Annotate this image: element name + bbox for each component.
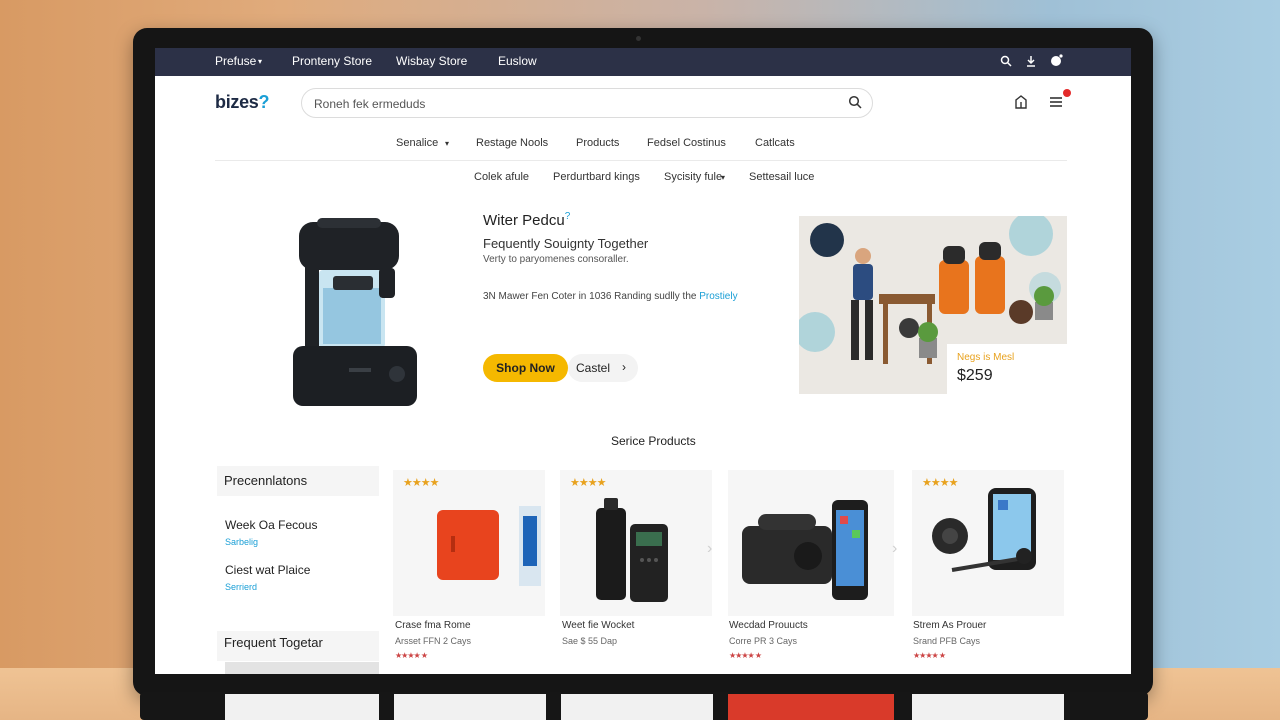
hero-description: Verty to paryomenes consoraller. xyxy=(483,254,629,265)
hero-title: Witer Pedcu? xyxy=(483,211,570,229)
category-restage-nools[interactable]: Restage Nools xyxy=(476,137,548,149)
search-icon[interactable] xyxy=(1000,55,1012,67)
subcategory-colek-afule[interactable]: Colek afule xyxy=(474,171,529,183)
hero-detail-line: 3N Mawer Fen Coter in 1036 Randing sudll… xyxy=(483,291,738,302)
star-rating: ★★★★ xyxy=(922,477,958,489)
coffee-maker-image[interactable] xyxy=(287,218,427,410)
product-card[interactable]: ★★★★ xyxy=(393,470,545,616)
category-catlcats[interactable]: Catlcats xyxy=(755,137,795,149)
top-nav-bar: Prefuse ▾ Pronteny Store Wisbay Store Eu… xyxy=(155,48,1131,76)
browser-screen: Prefuse ▾ Pronteny Store Wisbay Store Eu… xyxy=(155,48,1131,674)
product-meta: Srand PFB Cays xyxy=(913,636,981,646)
notification-badge xyxy=(1063,89,1071,97)
product-name[interactable]: Wecdad Prouucts xyxy=(729,620,808,631)
promo-banner[interactable]: Negs is Mesl $259 xyxy=(799,216,1067,394)
hero-title-mark: ? xyxy=(564,211,571,222)
promo-tag: Negs is Mesl xyxy=(957,352,1015,363)
product-card[interactable]: ★★★★ xyxy=(560,470,712,616)
chevron-right-icon: › xyxy=(622,360,626,374)
sidebar-heading: Precennlatons xyxy=(217,466,379,496)
lower-tile xyxy=(912,694,1064,720)
sidebar-link[interactable]: Serrierd xyxy=(225,582,257,592)
product-meta: Arsset FFN 2 Cays xyxy=(395,636,472,646)
subcategory-settesail-luce[interactable]: Settesail luce xyxy=(749,171,814,183)
search-input[interactable] xyxy=(314,95,834,113)
sidebar-heading-frequent: Frequent Togetar xyxy=(217,631,379,661)
star-rating: ★★★★ xyxy=(570,477,606,489)
search-bar xyxy=(301,88,873,118)
subcategory-perdurtbard-kings[interactable]: Perdurtbard kings xyxy=(553,171,640,183)
star-rating: ★★★★ xyxy=(403,477,439,489)
lower-tile xyxy=(728,694,894,720)
sidebar-item[interactable]: Ciest wat Plaice xyxy=(225,563,310,577)
user-account-icon[interactable] xyxy=(1050,54,1063,67)
promo-price: $259 xyxy=(957,367,993,384)
lower-tile xyxy=(561,694,713,720)
product-rating: ★★★★ ★ xyxy=(729,651,762,660)
lower-screen-strip xyxy=(140,692,1148,720)
product-rating: ★★★★ ★ xyxy=(395,651,428,660)
product-meta: Corre PR 3 Cays xyxy=(729,636,798,646)
logo-mark: ? xyxy=(258,92,270,112)
top-nav-pronteny-store[interactable]: Pronteny Store xyxy=(292,54,372,68)
cart-button[interactable]: Castel › xyxy=(568,354,638,382)
product-rating: ★★★★ ★ xyxy=(913,651,946,660)
sidebar-link[interactable]: Sarbelig xyxy=(225,537,258,547)
product-image xyxy=(742,500,868,600)
chevron-right-icon[interactable]: › xyxy=(892,540,897,558)
hero-subtitle: Fequently Souignty Together xyxy=(483,236,649,251)
chevron-down-icon[interactable]: ▾ xyxy=(721,173,725,182)
cart-button-label: Castel xyxy=(576,361,611,375)
lower-tile xyxy=(225,694,379,720)
hero-title-text: Witer Pedcu xyxy=(483,212,565,229)
chevron-down-icon[interactable]: ▾ xyxy=(445,139,449,148)
top-nav-euslow[interactable]: Euslow xyxy=(498,54,537,68)
sidebar-item[interactable]: Week Oa Fecous xyxy=(225,518,317,532)
webcam-dot xyxy=(636,36,641,41)
product-name[interactable]: Crase fma Rome xyxy=(395,620,471,631)
subcategory-sycisity-fule[interactable]: Sycisity fule xyxy=(664,171,722,183)
category-products[interactable]: Products xyxy=(576,137,619,149)
lower-tile xyxy=(394,694,546,720)
product-card[interactable] xyxy=(728,470,894,616)
promo-price-card: Negs is Mesl $259 xyxy=(947,344,1067,394)
search-icon[interactable] xyxy=(848,95,862,109)
top-nav-prefuse[interactable]: Prefuse xyxy=(215,54,256,68)
category-senalice[interactable]: Senalice xyxy=(396,137,438,149)
hero-detail-text: 3N Mawer Fen Coter in 1036 Randing sudll… xyxy=(483,291,700,302)
product-card[interactable]: ★★★★ xyxy=(912,470,1064,616)
product-image xyxy=(932,488,1036,572)
product-meta: Sae $ 55 Dap xyxy=(562,636,618,646)
store-icon[interactable] xyxy=(1013,94,1029,110)
hero-detail-link[interactable]: Prostiely xyxy=(699,291,737,302)
section-title: Serice Products xyxy=(611,434,696,448)
product-name[interactable]: Weet fie Wocket xyxy=(562,620,634,631)
download-icon[interactable] xyxy=(1025,55,1037,67)
nav-divider xyxy=(215,160,1067,161)
chevron-right-icon[interactable]: › xyxy=(707,540,712,558)
category-fedsel-costinus[interactable]: Fedsel Costinus xyxy=(647,137,726,149)
product-image xyxy=(437,506,541,586)
shop-now-button[interactable]: Shop Now xyxy=(483,354,568,382)
product-name[interactable]: Strem As Prouer xyxy=(913,620,986,631)
top-nav-wisbay-store[interactable]: Wisbay Store xyxy=(396,54,467,68)
logo-text: bizes xyxy=(215,92,259,112)
chevron-down-icon[interactable]: ▾ xyxy=(258,57,262,66)
menu-icon[interactable] xyxy=(1048,94,1064,110)
product-image xyxy=(596,498,668,602)
site-logo[interactable]: bizes? xyxy=(215,92,270,113)
sidebar-thumbnail xyxy=(225,662,379,674)
